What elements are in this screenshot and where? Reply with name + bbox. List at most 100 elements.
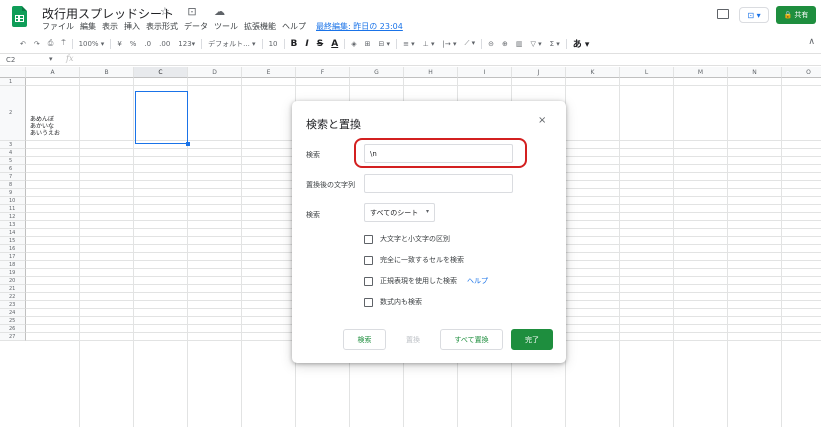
- row-header-19[interactable]: 19: [0, 269, 26, 277]
- row-header-27[interactable]: 27: [0, 333, 26, 341]
- vertical-align-icon[interactable]: ⊥ ▾: [419, 40, 439, 48]
- strikethrough-button[interactable]: S: [313, 39, 327, 49]
- option-match-case[interactable]: 大文字と小文字の区別: [364, 234, 450, 244]
- option-regex[interactable]: 正規表現を使用した検索 ヘルプ: [364, 276, 488, 286]
- link-icon[interactable]: ⊝: [484, 40, 498, 48]
- search-scope-select[interactable]: すべてのシート ▾: [364, 203, 435, 222]
- name-box-dropdown-icon[interactable]: ▾: [49, 55, 53, 63]
- menu-tools[interactable]: ツール: [214, 21, 238, 32]
- close-icon[interactable]: ×: [538, 115, 546, 126]
- percent-button[interactable]: %: [126, 40, 141, 48]
- checkbox[interactable]: [364, 234, 373, 244]
- row-header-11[interactable]: 11: [0, 205, 26, 213]
- menu-extensions[interactable]: 拡張機能: [244, 21, 276, 32]
- more-formats-button[interactable]: 123▾: [174, 40, 199, 48]
- cell-a2[interactable]: あめんぼ あかいな あいうえお: [30, 116, 60, 137]
- row-header-17[interactable]: 17: [0, 253, 26, 261]
- collapse-toolbar-icon[interactable]: ∧: [808, 37, 815, 47]
- menu-file[interactable]: ファイル: [42, 21, 74, 32]
- last-edit-link[interactable]: 最終編集: 昨日の 23:04: [316, 21, 403, 32]
- row-header-6[interactable]: 6: [0, 165, 26, 173]
- column-header-h[interactable]: H: [404, 67, 458, 78]
- column-header-d[interactable]: D: [188, 67, 242, 78]
- row-header-16[interactable]: 16: [0, 245, 26, 253]
- row-header-10[interactable]: 10: [0, 197, 26, 205]
- document-title[interactable]: 改行用スプレッドシート: [42, 5, 174, 22]
- present-button[interactable]: ⊡ ▾: [739, 7, 769, 23]
- row-header-25[interactable]: 25: [0, 317, 26, 325]
- column-header-f[interactable]: F: [296, 67, 350, 78]
- column-header-e[interactable]: E: [242, 67, 296, 78]
- text-color-button[interactable]: A: [327, 39, 342, 49]
- merge-cells-icon[interactable]: ⊟ ▾: [374, 40, 394, 48]
- column-header-c[interactable]: C: [134, 67, 188, 78]
- title-actions[interactable]: ☆ ⊡ ☁: [160, 5, 232, 18]
- select-all-corner[interactable]: [0, 67, 26, 78]
- row-header-2[interactable]: 2: [0, 86, 26, 141]
- checkbox[interactable]: [364, 297, 373, 307]
- row-header-14[interactable]: 14: [0, 229, 26, 237]
- input-tools-icon[interactable]: あ ▾: [569, 37, 594, 50]
- row-header-5[interactable]: 5: [0, 157, 26, 165]
- row-header-18[interactable]: 18: [0, 261, 26, 269]
- replace-input[interactable]: [364, 174, 513, 193]
- undo-icon[interactable]: ↶: [16, 40, 30, 48]
- row-header-22[interactable]: 22: [0, 293, 26, 301]
- fill-color-icon[interactable]: ◈: [347, 40, 360, 48]
- row-header-3[interactable]: 3: [0, 141, 26, 149]
- borders-icon[interactable]: ⊞: [361, 40, 375, 48]
- checkbox[interactable]: [364, 276, 373, 286]
- row-header-21[interactable]: 21: [0, 285, 26, 293]
- option-match-entire-cell[interactable]: 完全に一致するセルを検索: [364, 255, 464, 265]
- row-header-15[interactable]: 15: [0, 237, 26, 245]
- filter-icon[interactable]: ▽ ▾: [527, 40, 546, 48]
- help-link[interactable]: ヘルプ: [467, 276, 488, 286]
- menu-edit[interactable]: 編集: [80, 21, 96, 32]
- menu-data[interactable]: データ: [184, 21, 208, 32]
- sheets-logo-icon[interactable]: [12, 6, 27, 27]
- row-header-24[interactable]: 24: [0, 309, 26, 317]
- selected-cell-c2[interactable]: [135, 91, 190, 146]
- currency-button[interactable]: ¥: [113, 40, 125, 48]
- redo-icon[interactable]: ↷: [30, 40, 44, 48]
- decimal-increase-button[interactable]: .00: [155, 40, 174, 48]
- column-header-j[interactable]: J: [512, 67, 566, 78]
- replace-button[interactable]: 置換: [393, 329, 433, 350]
- print-icon[interactable]: ⎙: [44, 39, 58, 48]
- row-header-9[interactable]: 9: [0, 189, 26, 197]
- comment-icon[interactable]: ⊕: [498, 40, 512, 48]
- column-header-n[interactable]: N: [728, 67, 782, 78]
- checkbox[interactable]: [364, 255, 373, 265]
- paint-format-icon[interactable]: ⍑: [57, 39, 69, 48]
- replace-all-button[interactable]: すべて置換: [440, 329, 503, 350]
- row-header-13[interactable]: 13: [0, 221, 26, 229]
- menu-insert[interactable]: 挿入: [124, 21, 140, 32]
- row-header-23[interactable]: 23: [0, 301, 26, 309]
- font-select[interactable]: デフォルト... ▾: [204, 39, 259, 49]
- menu-format[interactable]: 表示形式: [146, 21, 178, 32]
- row-header-1[interactable]: 1: [0, 78, 26, 86]
- find-button[interactable]: 検索: [343, 329, 386, 350]
- row-header-8[interactable]: 8: [0, 181, 26, 189]
- text-rotate-icon[interactable]: ⟋ ▾: [460, 39, 479, 48]
- column-header-k[interactable]: K: [566, 67, 620, 78]
- column-header-a[interactable]: A: [26, 67, 80, 78]
- column-header-b[interactable]: B: [80, 67, 134, 78]
- italic-button[interactable]: I: [301, 39, 312, 49]
- horizontal-align-icon[interactable]: ≡ ▾: [399, 40, 419, 48]
- column-header-g[interactable]: G: [350, 67, 404, 78]
- done-button[interactable]: 完了: [511, 329, 553, 350]
- row-header-7[interactable]: 7: [0, 173, 26, 181]
- option-search-formulas[interactable]: 数式内も検索: [364, 297, 422, 307]
- row-header-12[interactable]: 12: [0, 213, 26, 221]
- zoom-select[interactable]: 100% ▾: [75, 40, 109, 48]
- column-header-o[interactable]: O: [782, 67, 821, 78]
- chart-icon[interactable]: ▥: [512, 40, 527, 48]
- comment-history-icon[interactable]: [717, 9, 729, 19]
- name-box[interactable]: C2: [6, 56, 15, 64]
- share-button[interactable]: 🔒 共有: [776, 6, 816, 24]
- column-header-i[interactable]: I: [458, 67, 512, 78]
- functions-icon[interactable]: Σ ▾: [546, 40, 564, 48]
- column-header-l[interactable]: L: [620, 67, 674, 78]
- row-header-20[interactable]: 20: [0, 277, 26, 285]
